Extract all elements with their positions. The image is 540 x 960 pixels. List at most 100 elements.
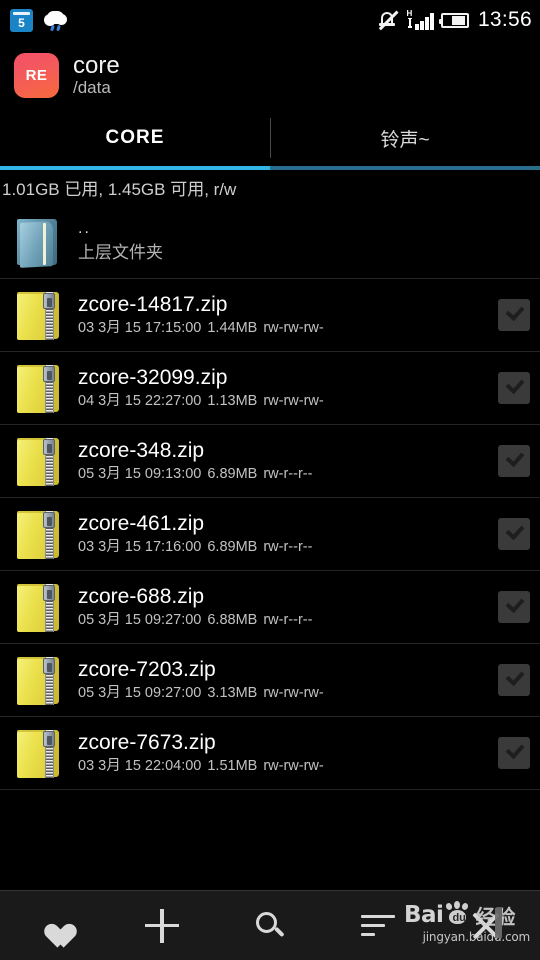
file-name: zcore-32099.zip [78, 366, 228, 390]
row-checkbox[interactable] [498, 372, 530, 404]
file-permissions: rw-r--r-- [263, 465, 313, 482]
table-row[interactable]: zcore-461.zip 03 3月 15 17:16:00 6.89MB rw-… [0, 498, 540, 571]
list-item-text: zcore-461.zip 03 3月 15 17:16:00 6.89MB rw-… [78, 512, 490, 555]
file-meta: 03 3月 15 22:04:00 1.51MB rw-rw-rw- [78, 757, 490, 775]
row-checkbox[interactable] [498, 299, 530, 331]
sort-button[interactable] [324, 891, 432, 960]
search-button[interactable] [216, 891, 324, 960]
list-item-text: .. 上层文件夹 [78, 221, 530, 263]
file-size: 6.89MB [207, 538, 258, 555]
row-checkbox[interactable] [498, 445, 530, 477]
app-badge-icon: RE [14, 52, 59, 98]
table-row[interactable]: zcore-688.zip 05 3月 15 09:27:00 6.88MB rw-… [0, 571, 540, 644]
file-name: zcore-348.zip [78, 439, 205, 463]
list-item-text: zcore-14817.zip 03 3月 15 17:15:00 1.44MB r… [78, 293, 490, 336]
status-bar: 5 H 13:56 [0, 0, 540, 40]
row-checkbox[interactable] [498, 737, 530, 769]
folder-zip-icon [8, 357, 66, 419]
file-meta: 03 3月 15 17:16:00 6.89MB rw-r--r-- [78, 538, 490, 556]
list-item-text: zcore-688.zip 05 3月 15 09:27:00 6.88MB rw-… [78, 585, 490, 628]
close-x-icon [470, 910, 502, 942]
row-checkbox[interactable] [498, 664, 530, 696]
file-size: 6.89MB [207, 465, 258, 482]
header-titles: core /data [73, 51, 120, 98]
file-meta: 05 3月 15 09:13:00 6.89MB rw-r--r-- [78, 465, 490, 483]
network-type-label: H [406, 8, 413, 18]
folder-zip-icon [8, 649, 66, 711]
folder-zip-icon [8, 503, 66, 565]
file-permissions: rw-rw-rw- [263, 392, 324, 409]
tab-core[interactable]: CORE [0, 110, 270, 166]
storage-info: 1.01GB 已用, 1.45GB 可用, r/w [2, 180, 237, 199]
file-permissions: rw-r--r-- [263, 611, 313, 628]
list-item-text: zcore-7673.zip 03 3月 15 22:04:00 1.51MB rw… [78, 731, 490, 774]
plus-icon [145, 908, 179, 943]
heart-icon [40, 913, 68, 939]
file-date: 04 3月 15 22:27:00 [78, 392, 202, 409]
folder-zip-icon [8, 430, 66, 492]
file-date: 03 3月 15 17:16:00 [78, 538, 202, 555]
add-button[interactable] [108, 891, 216, 960]
close-button[interactable] [432, 891, 540, 960]
calendar-icon: 5 [10, 8, 33, 32]
search-icon [254, 910, 286, 942]
table-row[interactable]: zcore-14817.zip 03 3月 15 17:15:00 1.44MB r… [0, 279, 540, 352]
file-size: 3.13MB [207, 684, 258, 701]
tab-bar: CORE 铃声~ [0, 110, 540, 166]
table-row[interactable]: zcore-7673.zip 03 3月 15 22:04:00 1.51MB rw… [0, 717, 540, 790]
file-name: .. [78, 221, 91, 238]
status-bar-left: 5 [10, 8, 70, 32]
file-date: 05 3月 15 09:13:00 [78, 465, 202, 482]
file-meta: 04 3月 15 22:27:00 1.13MB rw-rw-rw- [78, 392, 490, 410]
file-name: zcore-688.zip [78, 585, 205, 609]
page-title: core [73, 51, 120, 79]
file-permissions: rw-rw-rw- [263, 757, 324, 774]
file-name: zcore-7203.zip [78, 658, 216, 682]
file-name: zcore-461.zip [78, 512, 205, 536]
tab-active-indicator [0, 166, 270, 170]
file-date: 05 3月 15 09:27:00 [78, 684, 202, 701]
folder-blue-icon [8, 211, 66, 273]
file-size: 1.44MB [207, 319, 258, 336]
file-permissions: rw-r--r-- [263, 538, 313, 555]
file-subtitle: 上层文件夹 [78, 243, 163, 263]
battery-icon [438, 12, 469, 28]
page-path: /data [73, 77, 111, 97]
cloud-rain-icon [42, 9, 70, 32]
bottom-toolbar: Bai du 经验 jingyan.baidu.com [0, 890, 540, 960]
list-item-text: zcore-32099.zip 04 3月 15 22:27:00 1.13MB r… [78, 366, 490, 409]
calendar-day: 5 [18, 15, 25, 30]
file-size: 1.13MB [207, 392, 258, 409]
mute-bell-icon [377, 10, 399, 30]
sort-icon [361, 914, 395, 937]
file-size: 1.51MB [207, 757, 258, 774]
tab-ringtone[interactable]: 铃声~ [270, 110, 540, 166]
list-item-parent[interactable]: .. 上层文件夹 [0, 206, 540, 279]
row-checkbox[interactable] [498, 518, 530, 550]
folder-zip-icon [8, 284, 66, 346]
file-meta: 05 3月 15 09:27:00 3.13MB rw-rw-rw- [78, 684, 490, 702]
file-date: 03 3月 15 17:15:00 [78, 319, 202, 336]
file-meta: 03 3月 15 17:15:00 1.44MB rw-rw-rw- [78, 319, 490, 337]
list-item-text: zcore-348.zip 05 3月 15 09:13:00 6.89MB rw-… [78, 439, 490, 482]
folder-zip-icon [8, 576, 66, 638]
file-name: zcore-7673.zip [78, 731, 216, 755]
favorites-button[interactable] [0, 891, 108, 960]
app-header: RE core /data [0, 40, 540, 110]
tab-divider [270, 118, 271, 158]
status-bar-clock: 13:56 [477, 8, 532, 31]
tab-underline [0, 166, 540, 170]
table-row[interactable]: zcore-32099.zip 04 3月 15 22:27:00 1.13MB r… [0, 352, 540, 425]
file-name: zcore-14817.zip [78, 293, 228, 317]
row-checkbox[interactable] [498, 591, 530, 623]
file-size: 6.88MB [207, 611, 258, 628]
table-row[interactable]: zcore-348.zip 05 3月 15 09:13:00 6.89MB rw-… [0, 425, 540, 498]
list-item-text: zcore-7203.zip 05 3月 15 09:27:00 3.13MB rw… [78, 658, 490, 701]
table-row[interactable]: zcore-7203.zip 05 3月 15 09:27:00 3.13MB rw… [0, 644, 540, 717]
file-meta: 05 3月 15 09:27:00 6.88MB rw-r--r-- [78, 611, 490, 629]
file-list: .. 上层文件夹 zcore-14817.zip 03 3月 15 17:15:… [0, 206, 540, 790]
file-date: 05 3月 15 09:27:00 [78, 611, 202, 628]
folder-zip-icon [8, 722, 66, 784]
status-bar-right: H 13:56 [377, 8, 532, 32]
file-permissions: rw-rw-rw- [263, 684, 324, 701]
